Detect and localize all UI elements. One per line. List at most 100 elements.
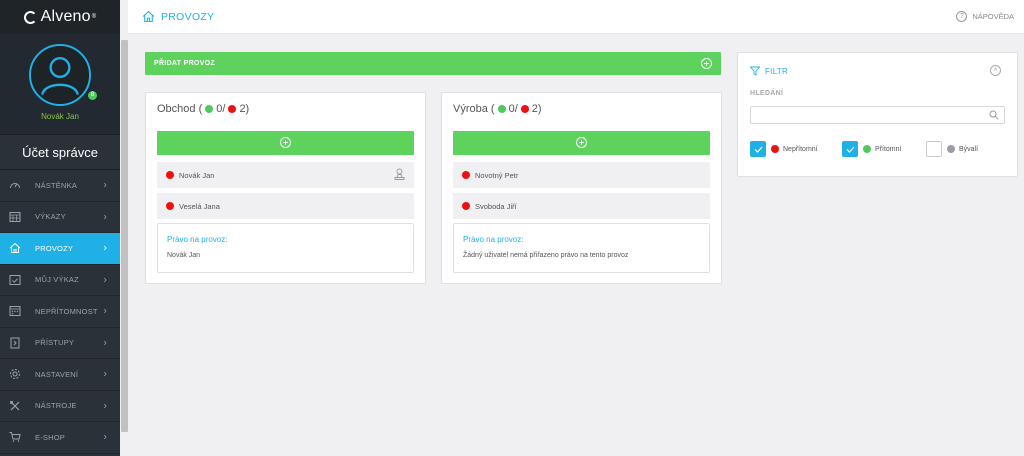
search-icon[interactable]	[989, 110, 999, 120]
logo-text: Alveno	[40, 8, 91, 25]
filter-option-nepritomni[interactable]: Nepřítomní	[750, 141, 818, 157]
sidebar-item-nepritomnost[interactable]: NEPŘÍTOMNOST ›	[0, 296, 120, 328]
chevron-right-icon: ›	[103, 211, 107, 223]
sidebar-item-vykazy[interactable]: VÝKAZY ›	[0, 202, 120, 233]
filter-title-text: FILTR	[765, 66, 789, 76]
door-icon	[9, 337, 21, 349]
chevron-right-icon: ›	[103, 242, 107, 254]
sidebar-scrollbar-thumb[interactable]	[121, 40, 128, 432]
filter-panel: FILTR ˄ HLEDÁNÍ Nepřítomní Přítomní Býva…	[737, 52, 1018, 177]
search-input[interactable]	[750, 106, 1005, 124]
user-stamp-icon[interactable]	[394, 168, 405, 181]
person-row[interactable]: Svoboda Jiří	[453, 193, 710, 219]
sidebar-item-pristupy[interactable]: PŘÍSTUPY ›	[0, 328, 120, 359]
rights-label: Právo na provoz:	[167, 235, 228, 244]
plus-circle-icon	[701, 58, 712, 69]
gauge-icon	[9, 179, 21, 191]
sidebar-item-label: E-SHOP	[35, 432, 65, 442]
sidebar-item-label: NEPŘÍTOMNOST	[35, 306, 98, 316]
user-silhouette-icon	[31, 46, 89, 104]
person-row[interactable]: Novák Jan	[157, 162, 414, 188]
calendar-grid-icon	[9, 211, 21, 223]
present-count: 0/	[508, 103, 518, 115]
chevron-right-icon: ›	[103, 400, 107, 412]
present-count: 0/	[216, 103, 226, 115]
absent-dot-icon	[771, 145, 779, 153]
sidebar-item-e-shop[interactable]: E-SHOP ›	[0, 422, 120, 454]
page-title-text: PROVOZY	[161, 10, 215, 23]
person-name: Novotný Petr	[475, 170, 519, 180]
absent-dot-icon	[228, 105, 237, 113]
status-badge: 8	[86, 89, 99, 102]
chevron-right-icon: ›	[103, 274, 107, 286]
sidebar-item-muj-vykaz[interactable]: MŮJ VÝKAZ ›	[0, 265, 120, 296]
help-link[interactable]: ? NÁPOVĚDA	[956, 11, 1014, 22]
app-logo[interactable]: Alveno ®	[0, 0, 120, 34]
absent-dot-icon	[462, 202, 470, 210]
chevron-right-icon: ›	[103, 337, 107, 349]
page-title: PROVOZY	[142, 10, 214, 23]
sidebar-item-label: MŮJ VÝKAZ	[35, 275, 79, 285]
filter-option-label: Nepřítomní	[783, 145, 818, 153]
present-dot-icon	[863, 145, 871, 153]
gear-icon	[9, 368, 21, 380]
absent-dot-icon	[166, 202, 174, 210]
chevron-right-icon: ›	[103, 368, 107, 380]
calendar-check-icon	[9, 274, 21, 286]
rights-value: Novák Jan	[167, 252, 201, 259]
sidebar-item-label: VÝKAZY	[35, 212, 66, 222]
avatar[interactable]	[29, 44, 91, 106]
sidebar-item-label: PŘÍSTUPY	[35, 338, 75, 348]
filter-option-pritomni[interactable]: Přítomní	[842, 141, 901, 157]
account-title: Účet správce	[0, 134, 120, 170]
chevron-up-icon[interactable]: ˄	[990, 65, 1001, 76]
provoz-card-obchod: Obchod ( 0/ 2) Novák Jan Veselá Jana Prá…	[145, 92, 426, 284]
add-person-button[interactable]	[157, 131, 414, 155]
chevron-right-icon: ›	[103, 179, 107, 191]
person-row[interactable]: Veselá Jana	[157, 193, 414, 219]
plus-circle-icon	[576, 137, 587, 148]
filter-title: FILTR	[750, 66, 788, 76]
sidebar-item-nastroje[interactable]: NÁSTROJE ›	[0, 391, 120, 422]
chevron-right-icon: ›	[103, 305, 107, 317]
logo-mark-icon	[23, 10, 37, 24]
sidebar-item-label: NASTAVENÍ	[35, 369, 79, 379]
filter-option-label: Přítomní	[875, 145, 902, 153]
funnel-icon	[750, 66, 760, 76]
top-bar: PROVOZY ? NÁPOVĚDA	[128, 0, 1024, 34]
help-label: NÁPOVĚDA	[972, 12, 1014, 21]
sidebar-item-label: NÁSTROJE	[35, 401, 77, 411]
checkbox-checked[interactable]	[842, 141, 858, 157]
person-name: Svoboda Jiří	[475, 201, 517, 211]
card-title-prefix: Obchod (	[157, 103, 203, 115]
absent-dot-icon	[166, 171, 174, 179]
home-icon	[142, 10, 155, 22]
chevron-right-icon: ›	[103, 431, 107, 443]
plus-circle-icon	[280, 137, 291, 148]
person-name: Veselá Jana	[179, 201, 220, 211]
home-icon	[9, 242, 21, 254]
tools-icon	[9, 400, 21, 412]
sidebar-item-provozy[interactable]: PROVOZY ›	[0, 233, 120, 265]
card-title: Obchod ( 0/ 2)	[157, 103, 249, 115]
sidebar-item-label: PROVOZY	[35, 243, 74, 253]
checkbox-unchecked[interactable]	[926, 141, 942, 157]
checkmark-icon	[846, 146, 854, 153]
card-title-prefix: Výroba (	[453, 103, 495, 115]
sidebar-item-nastenka[interactable]: NÁSTĚNKA ›	[0, 170, 120, 202]
rights-box: Právo na provoz: Žádný uživatel nemá při…	[453, 223, 710, 273]
checkbox-checked[interactable]	[750, 141, 766, 157]
sidebar-item-nastaveni[interactable]: NASTAVENÍ ›	[0, 359, 120, 391]
card-title: Výroba ( 0/ 2)	[453, 103, 542, 115]
question-icon: ?	[956, 11, 968, 22]
cart-icon	[9, 431, 21, 443]
add-provoz-label: PŘIDAT PROVOZ	[154, 60, 215, 67]
add-provoz-button[interactable]: PŘIDAT PROVOZ	[145, 52, 721, 75]
profile-name[interactable]: Novák Jan	[0, 112, 120, 121]
person-row[interactable]: Novotný Petr	[453, 162, 710, 188]
rights-label: Právo na provoz:	[463, 235, 524, 244]
present-dot-icon	[205, 105, 214, 113]
absent-dot-icon	[462, 171, 470, 179]
add-person-button[interactable]	[453, 131, 710, 155]
filter-option-byvali[interactable]: Bývalí	[926, 141, 978, 157]
